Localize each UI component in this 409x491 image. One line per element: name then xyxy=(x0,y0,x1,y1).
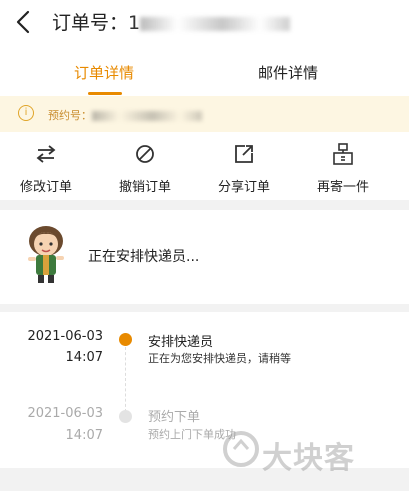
top-bar: 订单号：1 xyxy=(0,0,409,48)
timeline-date: 2021-06-03 xyxy=(27,329,103,344)
package-icon xyxy=(333,143,353,165)
watermark-logo: 大块客 xyxy=(222,425,402,476)
reservation-number-redacted xyxy=(92,111,202,121)
timeline-title: 预约下单 xyxy=(148,410,201,425)
watermark-circle-icon xyxy=(223,431,259,467)
timeline-time: 14:07 xyxy=(65,428,103,443)
timeline-date: 2021-06-03 xyxy=(27,406,103,421)
active-tab-indicator xyxy=(88,92,122,95)
reservation-number: 预约号： xyxy=(48,107,202,123)
modify-order-label: 修改订单 xyxy=(19,180,72,195)
share-order-button[interactable]: 分享订单 xyxy=(209,142,279,195)
share-order-label: 分享订单 xyxy=(217,180,270,195)
cancel-order-label: 撤销订单 xyxy=(118,180,171,195)
courier-status-text: 正在安排快递员... xyxy=(88,249,200,265)
timeline-time: 14:07 xyxy=(65,350,103,365)
order-number-redacted xyxy=(140,16,291,31)
modify-order-button[interactable]: 修改订单 xyxy=(11,142,81,195)
reservation-notice: i 预约号： xyxy=(0,96,409,132)
timeline-title: 安排快递员 xyxy=(148,335,214,350)
send-again-button[interactable]: 再寄一件 xyxy=(308,142,378,195)
watermark-brand: 大块客 xyxy=(262,441,355,476)
tab-bar: 订单详情 邮件详情 xyxy=(0,48,409,96)
order-number-value: 1 xyxy=(128,12,141,34)
send-again-label: 再寄一件 xyxy=(316,180,369,195)
timeline-description: 正在为您安排快递员，请稍等 xyxy=(148,352,291,365)
back-arrow-icon[interactable] xyxy=(12,8,36,36)
reservation-label: 预约号： xyxy=(48,109,92,122)
info-icon: i xyxy=(18,105,34,121)
cancel-order-button[interactable]: 撤销订单 xyxy=(110,142,180,195)
tab-mail-details[interactable]: 邮件详情 xyxy=(258,62,318,83)
timeline-connector xyxy=(125,347,126,412)
cancel-icon xyxy=(136,145,154,163)
order-number-label: 订单号： xyxy=(52,12,129,34)
timeline-dot-active xyxy=(119,333,132,346)
order-number-title: 订单号：1 xyxy=(52,8,291,35)
tab-order-details[interactable]: 订单详情 xyxy=(74,62,134,83)
swap-icon xyxy=(36,145,56,163)
courier-avatar-icon xyxy=(28,226,64,283)
timeline-dot-inactive xyxy=(119,410,132,423)
share-icon xyxy=(235,145,253,163)
courier-status-card: 正在安排快递员... xyxy=(0,210,409,304)
order-actions: 修改订单 撤销订单 分享订单 再寄一件 xyxy=(0,132,409,200)
